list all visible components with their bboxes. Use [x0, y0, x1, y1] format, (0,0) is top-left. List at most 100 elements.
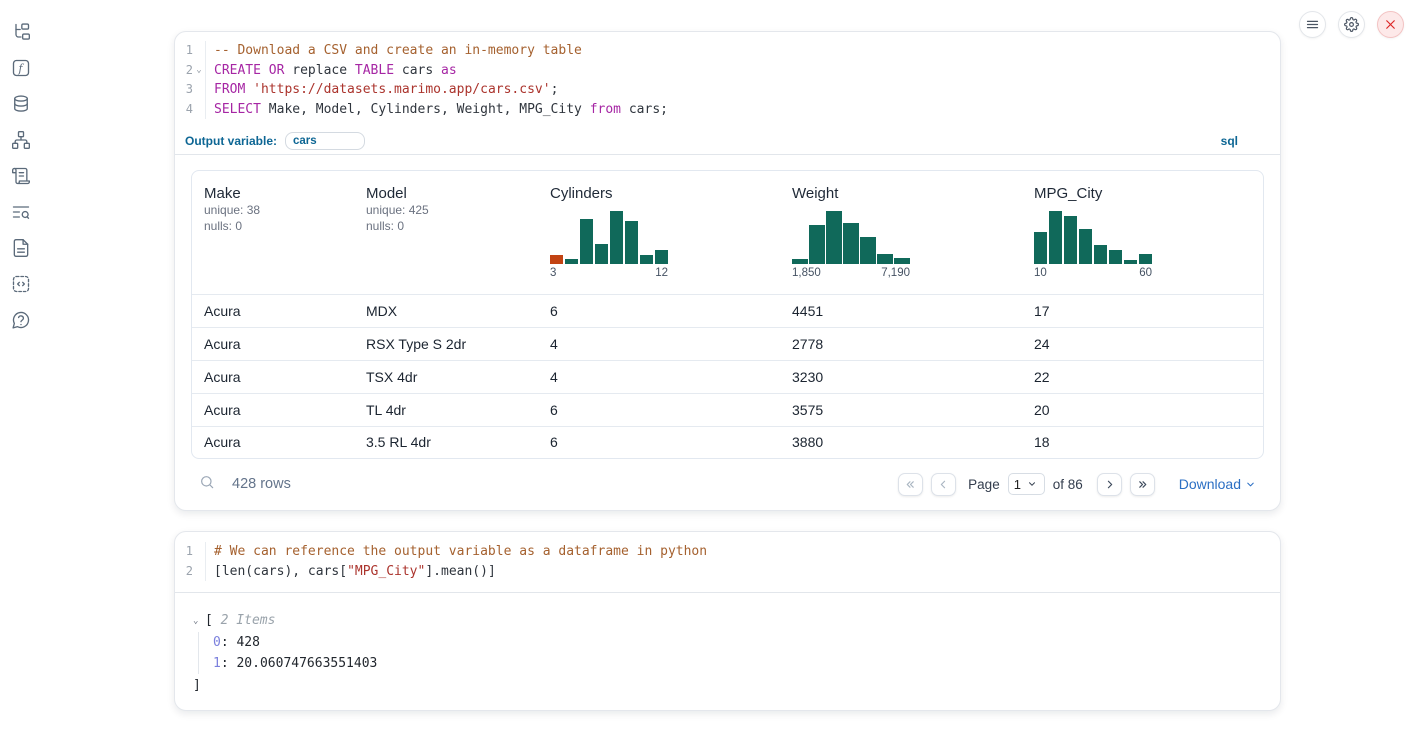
column-stat: unique: 425 — [366, 202, 526, 218]
sql-cell-output: Makeunique: 38nulls: 0Modelunique: 425nu… — [175, 155, 1280, 501]
column-header[interactable]: Modelunique: 425nulls: 0 — [354, 171, 538, 294]
table-cell: 4451 — [780, 303, 1022, 319]
column-header[interactable]: MPG_City1060 — [1022, 171, 1263, 294]
line-number: 2 — [175, 562, 193, 582]
column-name: Make — [204, 185, 342, 202]
table-cell: 6 — [538, 434, 780, 450]
settings-button[interactable] — [1338, 11, 1365, 38]
histogram-bar — [1124, 260, 1137, 265]
python-code[interactable]: 1# We can reference the output variable … — [175, 532, 1280, 581]
database-icon[interactable] — [11, 94, 31, 114]
settings-icon — [1344, 17, 1359, 32]
row-count: 428 rows — [232, 476, 291, 492]
table-cell: RSX Type S 2dr — [354, 336, 538, 352]
chevron-down-icon — [1027, 479, 1037, 489]
file-tree-icon[interactable] — [11, 22, 31, 42]
table-cell: 17 — [1022, 303, 1263, 319]
code-line[interactable]: 2⌄CREATE OR replace TABLE cars as — [175, 61, 1280, 81]
code-text: -- Download a CSV and create an in-memor… — [206, 41, 582, 61]
histogram-bar — [1034, 232, 1047, 265]
table-cell: Acura — [192, 336, 354, 352]
histogram-bars — [550, 211, 668, 264]
table-cell: Acura — [192, 303, 354, 319]
table-cell: 20 — [1022, 402, 1263, 418]
table-row[interactable]: AcuraTSX 4dr4323022 — [192, 360, 1263, 393]
histogram-axis: 1,8507,190 — [792, 267, 910, 279]
page-label: Page — [968, 477, 1000, 492]
output-variable-input[interactable] — [285, 132, 365, 150]
menu-icon — [1305, 17, 1320, 32]
last-page-button[interactable] — [1130, 473, 1155, 496]
page-select-value: 1 — [1014, 477, 1021, 492]
column-stat: unique: 38 — [204, 202, 342, 218]
fold-gutter — [193, 562, 206, 582]
column-histogram[interactable]: 312 — [550, 211, 668, 279]
histogram-bar — [565, 259, 578, 264]
code-snippets-icon[interactable] — [11, 274, 31, 294]
fold-gutter — [193, 41, 206, 61]
sql-code[interactable]: 1-- Download a CSV and create an in-memo… — [175, 32, 1280, 119]
histogram-axis: 312 — [550, 267, 668, 279]
table-cell: TL 4dr — [354, 402, 538, 418]
column-header[interactable]: Cylinders312 — [538, 171, 780, 294]
table-row[interactable]: AcuraTL 4dr6357520 — [192, 393, 1263, 426]
table-cell: 6 — [538, 402, 780, 418]
entry-colon: : — [221, 656, 237, 671]
fold-gutter — [193, 542, 206, 562]
line-number: 3 — [175, 80, 193, 100]
table-cell: 18 — [1022, 434, 1263, 450]
page-total-label: of 86 — [1053, 477, 1083, 492]
previous-page-button[interactable] — [931, 473, 956, 496]
code-line[interactable]: 1-- Download a CSV and create an in-memo… — [175, 41, 1280, 61]
column-header[interactable]: Weight1,8507,190 — [780, 171, 1022, 294]
fold-chevron-icon[interactable]: ⌄ — [193, 61, 206, 81]
menu-button[interactable] — [1299, 11, 1326, 38]
code-line[interactable]: 1# We can reference the output variable … — [175, 542, 1280, 562]
text-search-icon[interactable] — [11, 202, 31, 222]
collapse-chevron-icon[interactable]: ⌄ — [193, 616, 205, 626]
histogram-bar — [595, 244, 608, 264]
table-body: AcuraMDX6445117AcuraRSX Type S 2dr427782… — [192, 294, 1263, 458]
histogram-bar — [877, 254, 893, 265]
table-search-area: 428 rows — [199, 474, 291, 495]
table-cell: 6 — [538, 303, 780, 319]
close-button[interactable] — [1377, 11, 1404, 38]
axis-min: 10 — [1034, 267, 1047, 279]
table-cell: 4 — [538, 369, 780, 385]
table-cell: Acura — [192, 434, 354, 450]
code-line[interactable]: 4SELECT Make, Model, Cylinders, Weight, … — [175, 100, 1280, 120]
python-cell: 1# We can reference the output variable … — [174, 531, 1281, 711]
next-page-button[interactable] — [1097, 473, 1122, 496]
histogram-bar — [625, 221, 638, 264]
close-icon — [1383, 17, 1398, 32]
column-header[interactable]: Makeunique: 38nulls: 0 — [192, 171, 354, 294]
code-text: CREATE OR replace TABLE cars as — [206, 61, 457, 81]
code-line[interactable]: 2[len(cars), cars["MPG_City"].mean()] — [175, 562, 1280, 582]
histogram-bar — [843, 223, 859, 264]
output-entry: 0: 428 — [193, 632, 1264, 654]
table-row[interactable]: Acura3.5 RL 4dr6388018 — [192, 426, 1263, 459]
code-text: # We can reference the output variable a… — [206, 542, 707, 562]
table-row[interactable]: AcuraMDX6445117 — [192, 294, 1263, 327]
output-entry: 1: 20.060747663551403 — [193, 653, 1264, 675]
function-square-icon[interactable]: f — [11, 58, 31, 78]
help-icon[interactable] — [11, 310, 31, 330]
first-page-button[interactable] — [898, 473, 923, 496]
histogram-bar — [809, 225, 825, 265]
column-histogram[interactable]: 1,8507,190 — [792, 211, 910, 279]
table-cell: Acura — [192, 402, 354, 418]
scroll-logs-icon[interactable] — [11, 166, 31, 186]
histogram-bar — [580, 219, 593, 264]
pagination: Page 1 of 86 Download — [898, 473, 1256, 496]
table-footer: 428 rows Page 1 of 86 — [191, 467, 1262, 501]
download-button[interactable]: Download — [1179, 476, 1256, 492]
code-line[interactable]: 3FROM 'https://datasets.marimo.app/cars.… — [175, 80, 1280, 100]
column-stat: nulls: 0 — [204, 218, 342, 234]
column-histogram[interactable]: 1060 — [1034, 211, 1152, 279]
page-select[interactable]: 1 — [1008, 473, 1045, 495]
table-row[interactable]: AcuraRSX Type S 2dr4277824 — [192, 327, 1263, 360]
search-icon[interactable] — [199, 474, 215, 495]
document-icon[interactable] — [11, 238, 31, 258]
axis-min: 1,850 — [792, 267, 821, 279]
dependency-graph-icon[interactable] — [11, 130, 31, 150]
